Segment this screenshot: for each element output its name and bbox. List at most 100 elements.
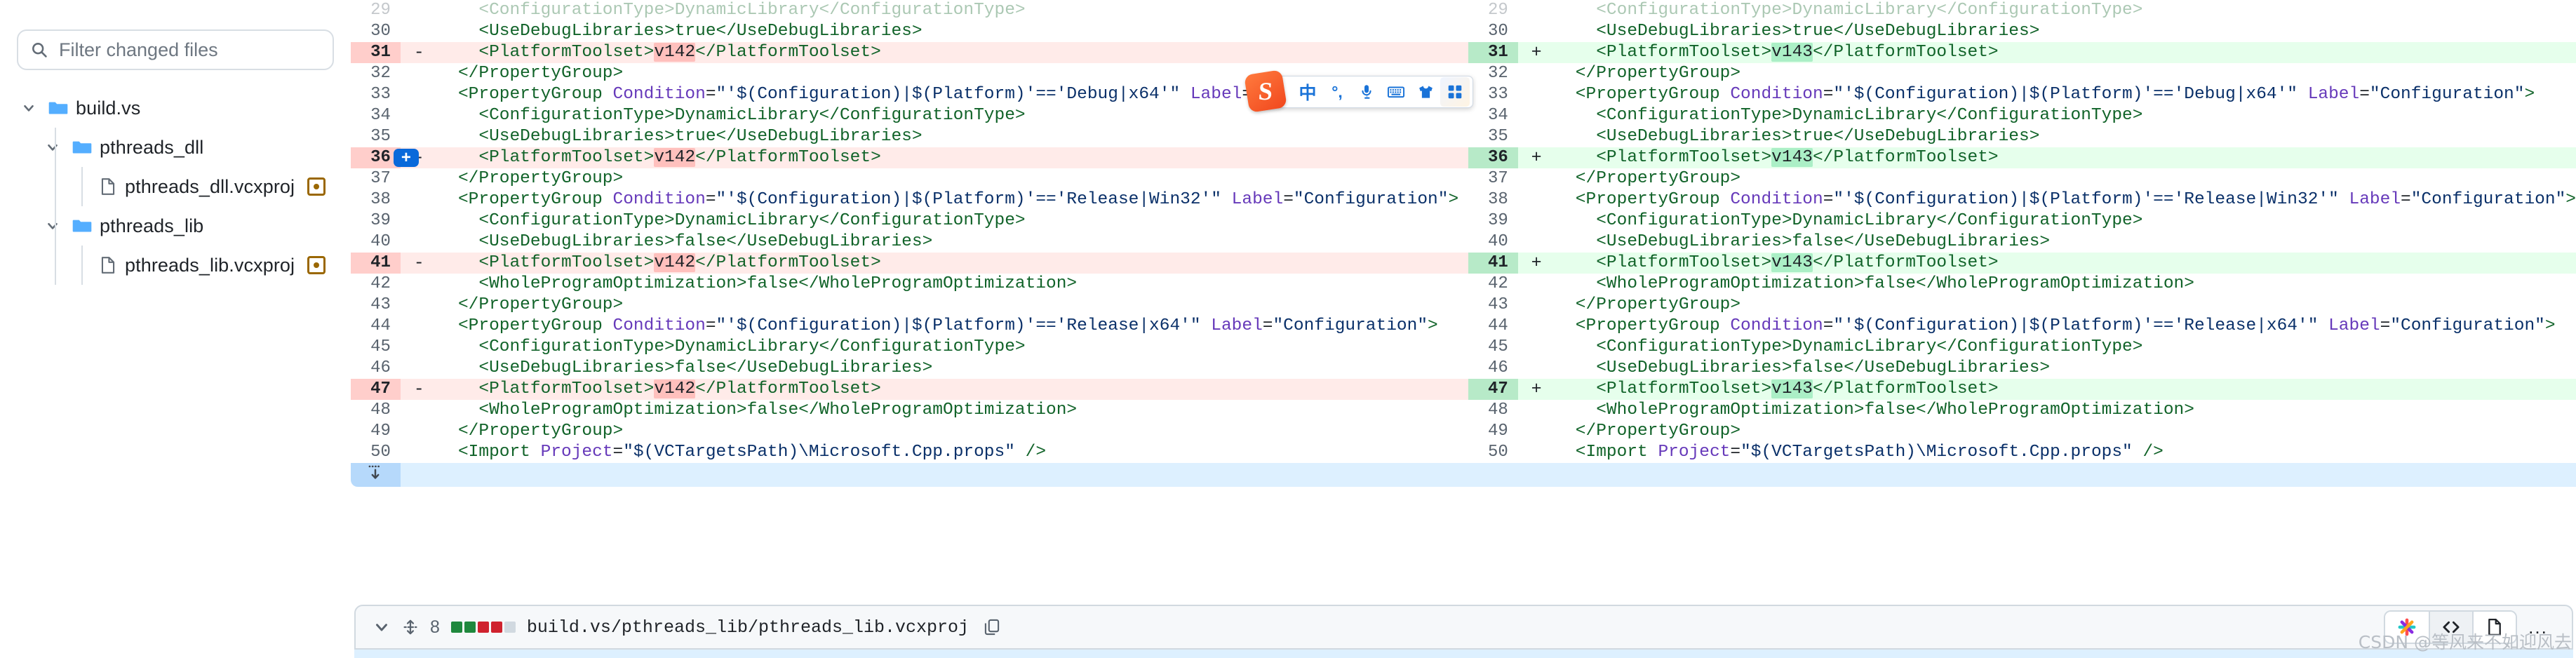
line-number-right[interactable]: 44	[1468, 316, 1518, 337]
line-number-left[interactable]: 40	[351, 231, 401, 253]
expand-hunk-row[interactable]	[351, 463, 2576, 487]
add-comment-button[interactable]: +	[393, 149, 419, 167]
code-line-left[interactable]: <WholeProgramOptimization>false</WholePr…	[438, 400, 1468, 421]
more-options-button[interactable]: ...	[2517, 612, 2559, 643]
sogou-logo-icon[interactable]: S	[1244, 69, 1287, 113]
line-number-right[interactable]: 46	[1468, 358, 1518, 379]
code-line-right[interactable]: </PropertyGroup>	[1555, 63, 2576, 84]
line-number-left[interactable]: 42	[351, 274, 401, 295]
code-view-button[interactable]	[2429, 612, 2472, 643]
collapse-file-chevron-icon[interactable]	[373, 618, 391, 636]
soft-keyboard-icon[interactable]	[1381, 77, 1411, 107]
skin-tshirt-icon[interactable]	[1411, 77, 1440, 107]
line-number-left[interactable]: 35	[351, 126, 401, 147]
code-line-right[interactable]: <ConfigurationType>DynamicLibrary</Confi…	[1555, 105, 2576, 126]
code-line-right[interactable]: <PlatformToolset>v143</PlatformToolset>	[1555, 379, 2576, 400]
code-line-right[interactable]: <PlatformToolset>v143</PlatformToolset>	[1555, 42, 2576, 63]
line-number-left[interactable]: 39	[351, 210, 401, 231]
code-line-left[interactable]: <ConfigurationType>DynamicLibrary</Confi…	[438, 105, 1468, 126]
code-line-right[interactable]: <PlatformToolset>v143</PlatformToolset>	[1555, 147, 2576, 168]
line-number-left[interactable]: 37	[351, 168, 401, 189]
chevron-down-icon[interactable]	[41, 218, 65, 234]
resize-handle-icon[interactable]	[402, 619, 419, 636]
voice-input-icon[interactable]	[1352, 77, 1381, 107]
line-number-right[interactable]: 37	[1468, 168, 1518, 189]
code-line-left[interactable]: <PropertyGroup Condition="'$(Configurati…	[438, 189, 1468, 210]
code-line-right[interactable]: <UseDebugLibraries>true</UseDebugLibrari…	[1555, 126, 2576, 147]
code-line-right[interactable]: <ConfigurationType>DynamicLibrary</Confi…	[1555, 0, 2576, 21]
line-number-left[interactable]: 49	[351, 421, 401, 442]
code-line-right[interactable]: <WholeProgramOptimization>false</WholePr…	[1555, 274, 2576, 295]
line-number-left[interactable]: 46	[351, 358, 401, 379]
code-line-left[interactable]: <PlatformToolset>v142</PlatformToolset>	[437, 147, 1468, 168]
line-number-left[interactable]: 33	[351, 84, 401, 105]
sogou-ime-toolbar[interactable]: S 中 °,	[1244, 69, 1473, 113]
code-line-left[interactable]: <PlatformToolset>v142</PlatformToolset>	[437, 379, 1468, 400]
tree-folder-build-vs[interactable]: build.vs	[17, 88, 334, 128]
line-number-left[interactable]: 50	[351, 442, 401, 463]
file-view-button[interactable]	[2472, 612, 2516, 643]
line-number-right[interactable]: 30	[1468, 21, 1518, 42]
filter-changed-files-input[interactable]	[58, 38, 320, 62]
line-number-right[interactable]: 33	[1468, 84, 1518, 105]
code-line-right[interactable]: <PropertyGroup Condition="'$(Configurati…	[1555, 84, 2576, 105]
line-number-left[interactable]: 43	[351, 295, 401, 316]
line-number-left[interactable]: 44	[351, 316, 401, 337]
line-number-left[interactable]: 45	[351, 337, 401, 358]
line-number-right[interactable]: 40	[1468, 231, 1518, 253]
code-line-left[interactable]: <UseDebugLibraries>true</UseDebugLibrari…	[438, 21, 1468, 42]
line-number-right[interactable]: 38	[1468, 189, 1518, 210]
code-line-right[interactable]: <UseDebugLibraries>false</UseDebugLibrar…	[1555, 231, 2576, 253]
code-line-left[interactable]: <PropertyGroup Condition="'$(Configurati…	[438, 316, 1468, 337]
line-number-right[interactable]: 42	[1468, 274, 1518, 295]
line-number-left[interactable]: 41	[351, 253, 401, 274]
tree-folder-pthreads-lib[interactable]: pthreads_lib	[17, 206, 334, 246]
line-number-left[interactable]: 36 +	[351, 147, 419, 168]
line-number-right[interactable]: 35	[1468, 126, 1518, 147]
code-line-right[interactable]: <Import Project="$(VCTargetsPath)\Micros…	[1555, 442, 2576, 463]
code-line-left[interactable]: </PropertyGroup>	[438, 168, 1468, 189]
chevron-down-icon[interactable]	[17, 100, 41, 116]
line-number-left[interactable]: 29	[351, 0, 401, 21]
code-line-right[interactable]: </PropertyGroup>	[1555, 295, 2576, 316]
line-number-left[interactable]: 47	[351, 379, 401, 400]
line-number-right[interactable]: 49	[1468, 421, 1518, 442]
code-line-right[interactable]: </PropertyGroup>	[1555, 168, 2576, 189]
line-number-left[interactable]: 34	[351, 105, 401, 126]
code-line-left[interactable]: <ConfigurationType>DynamicLibrary</Confi…	[438, 210, 1468, 231]
line-number-right[interactable]: 39	[1468, 210, 1518, 231]
line-number-left[interactable]: 31	[351, 42, 401, 63]
line-number-right[interactable]: 32	[1468, 63, 1518, 84]
chevron-down-icon[interactable]	[41, 140, 65, 155]
line-number-right[interactable]: 36	[1468, 147, 1518, 168]
line-number-right[interactable]: 50	[1468, 442, 1518, 463]
line-number-right[interactable]: 29	[1468, 0, 1518, 21]
tree-folder-pthreads-dll[interactable]: pthreads_dll	[17, 128, 334, 167]
line-number-right[interactable]: 34	[1468, 105, 1518, 126]
code-line-left[interactable]: <UseDebugLibraries>false</UseDebugLibrar…	[438, 358, 1468, 379]
line-number-right[interactable]: 48	[1468, 400, 1518, 421]
code-line-right[interactable]: <PlatformToolset>v143</PlatformToolset>	[1555, 253, 2576, 274]
code-line-right[interactable]: </PropertyGroup>	[1555, 421, 2576, 442]
line-number-left[interactable]: 32	[351, 63, 401, 84]
code-line-left[interactable]: </PropertyGroup>	[438, 295, 1468, 316]
code-line-right[interactable]: <UseDebugLibraries>true</UseDebugLibrari…	[1555, 21, 2576, 42]
code-line-left[interactable]: <ConfigurationType>DynamicLibrary</Confi…	[438, 337, 1468, 358]
code-line-right[interactable]: <PropertyGroup Condition="'$(Configurati…	[1555, 189, 2576, 210]
code-line-left[interactable]: <ConfigurationType>DynamicLibrary</Confi…	[438, 0, 1468, 21]
line-number-left[interactable]: 30	[351, 21, 401, 42]
line-number-left[interactable]: 48	[351, 400, 401, 421]
code-line-right[interactable]: <WholeProgramOptimization>false</WholePr…	[1555, 400, 2576, 421]
punctuation-mode-icon[interactable]: °,	[1322, 77, 1352, 107]
line-number-right[interactable]: 41	[1468, 253, 1518, 274]
code-line-left[interactable]: <PlatformToolset>v142</PlatformToolset>	[437, 253, 1468, 274]
line-number-left[interactable]: 38	[351, 189, 401, 210]
code-line-left[interactable]: <WholeProgramOptimization>false</WholePr…	[438, 274, 1468, 295]
code-line-left[interactable]: <Import Project="$(VCTargetsPath)\Micros…	[438, 442, 1468, 463]
expand-down-button[interactable]	[351, 463, 401, 487]
copy-path-icon[interactable]	[983, 618, 1001, 636]
copilot-sparkle-icon[interactable]	[2385, 612, 2429, 643]
line-number-right[interactable]: 47	[1468, 379, 1518, 400]
tree-file-pthreads-dll-vcxproj[interactable]: pthreads_dll.vcxproj	[17, 167, 334, 206]
code-line-left[interactable]: <PlatformToolset>v142</PlatformToolset>	[437, 42, 1468, 63]
